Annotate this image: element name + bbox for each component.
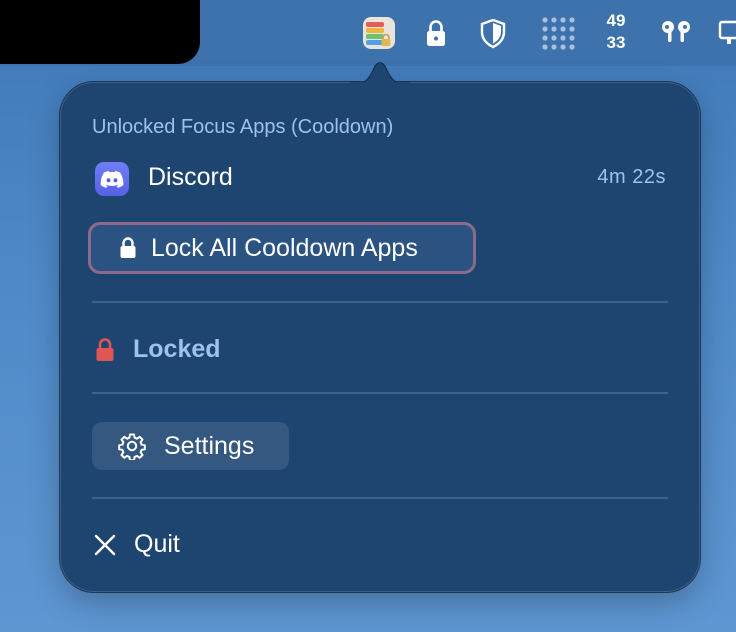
locked-status-row: Locked [95,335,221,364]
quit-label: Quit [134,530,180,558]
lock-icon[interactable] [422,10,450,56]
menu-bar: 49 33 [0,0,736,66]
grid-dots-icon[interactable] [540,10,576,56]
lock-icon [120,237,136,258]
settings-button[interactable]: Settings [92,422,289,470]
red-lock-icon [96,337,114,361]
locked-status-label: Locked [133,335,221,363]
lock-badge-icon [381,33,391,46]
airpods-icon[interactable] [658,10,694,56]
focus-app-menubar-icon[interactable] [363,17,395,49]
close-icon [94,534,116,555]
divider [92,301,668,303]
stats-widget[interactable]: 49 33 [596,10,636,54]
section-title: Unlocked Focus Apps (Cooldown) [92,116,394,138]
menu-bar-notch-area [0,0,200,64]
discord-icon [95,162,129,196]
lock-all-label: Lock All Cooldown Apps [151,233,418,262]
display-icon[interactable] [718,10,736,56]
quit-button[interactable]: Quit [94,530,180,559]
shield-icon[interactable] [478,10,508,56]
divider [92,497,668,499]
app-time-remaining: 4m 22s [597,166,666,188]
divider [92,392,668,394]
settings-label: Settings [164,431,255,460]
gear-icon [118,433,146,460]
popover-arrow [350,62,410,84]
lock-all-cooldown-apps-button[interactable]: Lock All Cooldown Apps [88,222,476,274]
stats-top-value: 49 [606,11,626,30]
stats-bottom-value: 33 [606,33,626,52]
app-name-discord: Discord [148,163,233,191]
